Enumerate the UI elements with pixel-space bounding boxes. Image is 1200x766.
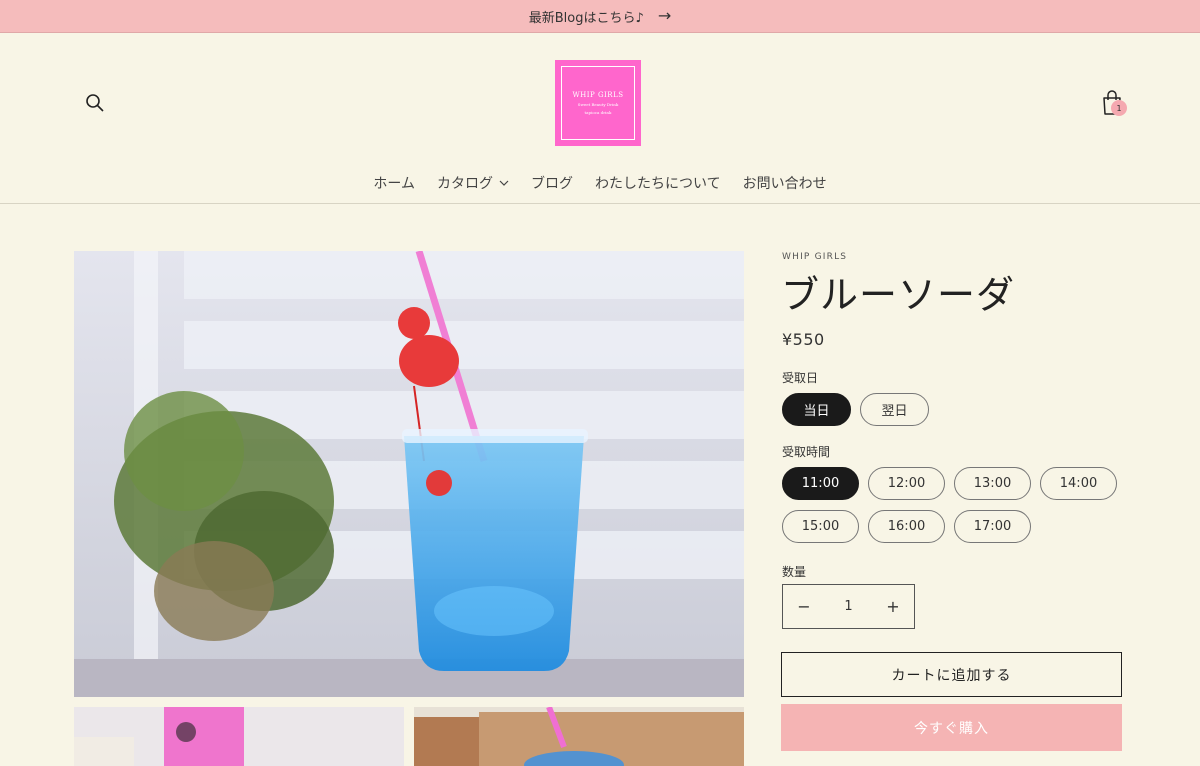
product-main-image[interactable] bbox=[74, 251, 744, 697]
product-thumbnail[interactable] bbox=[74, 707, 404, 766]
arrow-right-icon[interactable]: → bbox=[658, 8, 671, 24]
pickup-time-option[interactable]: 16:00 bbox=[868, 510, 945, 543]
announcement-text[interactable]: 最新Blogはこちら♪ bbox=[529, 7, 644, 26]
pickup-time-label: 受取時間 bbox=[782, 445, 831, 459]
nav-item-home[interactable]: ホーム bbox=[362, 173, 426, 193]
nav-item-blog[interactable]: ブログ bbox=[520, 173, 584, 193]
nav-item-contact[interactable]: お問い合わせ bbox=[732, 173, 838, 193]
search-icon bbox=[86, 94, 104, 112]
logo-title: WHIP GIRLS bbox=[572, 91, 624, 99]
site-logo[interactable]: WHIP GIRLS Sweet Beauty Drink tapioca dr… bbox=[555, 60, 641, 146]
search-button[interactable] bbox=[82, 90, 108, 116]
quantity-decrease-button[interactable]: − bbox=[783, 585, 825, 628]
product-thumbnail[interactable] bbox=[414, 707, 744, 766]
pickup-day-option-tomorrow[interactable]: 翌日 bbox=[860, 393, 929, 426]
quantity-input[interactable]: 1 bbox=[825, 599, 872, 614]
quantity-stepper: − 1 + bbox=[782, 584, 915, 629]
pickup-day-option-today[interactable]: 当日 bbox=[782, 393, 851, 426]
nav-item-catalog[interactable]: カタログ bbox=[426, 173, 520, 193]
chevron-down-icon[interactable] bbox=[499, 180, 509, 186]
pickup-time-option[interactable]: 11:00 bbox=[782, 467, 859, 500]
buy-now-button[interactable]: 今すぐ購入 bbox=[781, 704, 1122, 751]
pickup-time-option[interactable]: 15:00 bbox=[782, 510, 859, 543]
quantity-label: 数量 bbox=[782, 565, 807, 579]
nav-item-about[interactable]: わたしたちについて bbox=[584, 173, 732, 193]
logo-subtitle-2: tapioca drink bbox=[584, 110, 612, 115]
logo-subtitle: Sweet Beauty Drink bbox=[577, 102, 619, 107]
main-navigation: ホーム カタログ ブログ わたしたちについて お問い合わせ bbox=[0, 172, 1200, 194]
nav-item-label[interactable]: ブログ bbox=[531, 173, 573, 193]
nav-item-label[interactable]: お問い合わせ bbox=[743, 173, 827, 193]
thumbnail-photo bbox=[74, 707, 404, 766]
nav-item-label[interactable]: カタログ bbox=[437, 173, 493, 193]
product-price: ¥550 bbox=[782, 330, 825, 349]
pickup-time-option[interactable]: 17:00 bbox=[954, 510, 1031, 543]
pickup-time-option[interactable]: 12:00 bbox=[868, 467, 945, 500]
logo-frame: WHIP GIRLS Sweet Beauty Drink tapioca dr… bbox=[561, 66, 635, 140]
cart-count-badge: 1 bbox=[1111, 100, 1127, 116]
pickup-day-label: 受取日 bbox=[782, 371, 819, 385]
pickup-time-option[interactable]: 13:00 bbox=[954, 467, 1031, 500]
product-photo-blue-soda bbox=[74, 251, 744, 697]
header-divider bbox=[0, 203, 1200, 204]
pickup-time-option[interactable]: 14:00 bbox=[1040, 467, 1117, 500]
nav-item-label[interactable]: ホーム bbox=[373, 173, 415, 193]
product-vendor: WHIP GIRLS bbox=[782, 252, 848, 262]
quantity-increase-button[interactable]: + bbox=[872, 585, 914, 628]
add-to-cart-button[interactable]: カートに追加する bbox=[781, 652, 1122, 697]
nav-item-label[interactable]: わたしたちについて bbox=[595, 173, 721, 193]
product-title: ブルーソーダ bbox=[781, 273, 1016, 317]
announcement-bar[interactable]: 最新Blogはこちら♪ → bbox=[0, 0, 1200, 33]
thumbnail-photo bbox=[414, 707, 744, 766]
